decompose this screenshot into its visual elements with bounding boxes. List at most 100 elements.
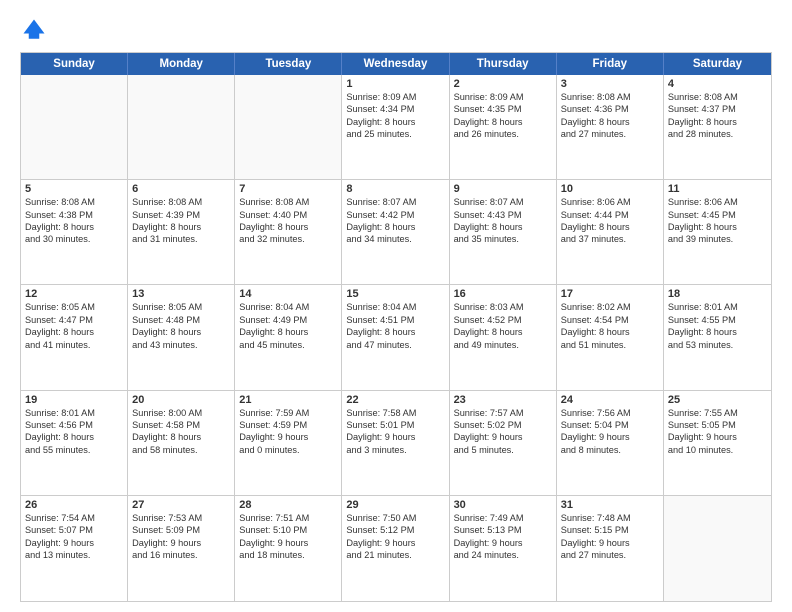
weekday-header-thursday: Thursday bbox=[450, 53, 557, 75]
day-number: 2 bbox=[454, 78, 552, 90]
day-number: 4 bbox=[668, 78, 767, 90]
calendar-day-5: 5Sunrise: 8:08 AM Sunset: 4:38 PM Daylig… bbox=[21, 180, 128, 284]
calendar-day-27: 27Sunrise: 7:53 AM Sunset: 5:09 PM Dayli… bbox=[128, 496, 235, 601]
day-number: 1 bbox=[346, 78, 444, 90]
weekday-header-friday: Friday bbox=[557, 53, 664, 75]
day-number: 8 bbox=[346, 183, 444, 195]
day-number: 31 bbox=[561, 499, 659, 511]
calendar-day-29: 29Sunrise: 7:50 AM Sunset: 5:12 PM Dayli… bbox=[342, 496, 449, 601]
calendar-day-10: 10Sunrise: 8:06 AM Sunset: 4:44 PM Dayli… bbox=[557, 180, 664, 284]
day-details: Sunrise: 8:07 AM Sunset: 4:43 PM Dayligh… bbox=[454, 196, 552, 246]
calendar-day-23: 23Sunrise: 7:57 AM Sunset: 5:02 PM Dayli… bbox=[450, 391, 557, 495]
day-details: Sunrise: 8:04 AM Sunset: 4:49 PM Dayligh… bbox=[239, 301, 337, 351]
day-number: 20 bbox=[132, 394, 230, 406]
day-number: 7 bbox=[239, 183, 337, 195]
calendar-day-26: 26Sunrise: 7:54 AM Sunset: 5:07 PM Dayli… bbox=[21, 496, 128, 601]
calendar-day-24: 24Sunrise: 7:56 AM Sunset: 5:04 PM Dayli… bbox=[557, 391, 664, 495]
calendar-day-19: 19Sunrise: 8:01 AM Sunset: 4:56 PM Dayli… bbox=[21, 391, 128, 495]
day-number: 9 bbox=[454, 183, 552, 195]
day-details: Sunrise: 7:56 AM Sunset: 5:04 PM Dayligh… bbox=[561, 407, 659, 457]
day-number: 12 bbox=[25, 288, 123, 300]
day-number: 3 bbox=[561, 78, 659, 90]
day-details: Sunrise: 8:09 AM Sunset: 4:34 PM Dayligh… bbox=[346, 91, 444, 141]
day-details: Sunrise: 8:01 AM Sunset: 4:55 PM Dayligh… bbox=[668, 301, 767, 351]
day-details: Sunrise: 7:53 AM Sunset: 5:09 PM Dayligh… bbox=[132, 512, 230, 562]
weekday-header-monday: Monday bbox=[128, 53, 235, 75]
day-number: 19 bbox=[25, 394, 123, 406]
calendar-day-8: 8Sunrise: 8:07 AM Sunset: 4:42 PM Daylig… bbox=[342, 180, 449, 284]
day-number: 27 bbox=[132, 499, 230, 511]
day-number: 17 bbox=[561, 288, 659, 300]
day-number: 25 bbox=[668, 394, 767, 406]
weekday-header-wednesday: Wednesday bbox=[342, 53, 449, 75]
calendar-day-7: 7Sunrise: 8:08 AM Sunset: 4:40 PM Daylig… bbox=[235, 180, 342, 284]
day-details: Sunrise: 8:06 AM Sunset: 4:44 PM Dayligh… bbox=[561, 196, 659, 246]
day-number: 18 bbox=[668, 288, 767, 300]
day-details: Sunrise: 8:08 AM Sunset: 4:40 PM Dayligh… bbox=[239, 196, 337, 246]
day-details: Sunrise: 8:08 AM Sunset: 4:37 PM Dayligh… bbox=[668, 91, 767, 141]
calendar-day-4: 4Sunrise: 8:08 AM Sunset: 4:37 PM Daylig… bbox=[664, 75, 771, 179]
calendar-week-3: 12Sunrise: 8:05 AM Sunset: 4:47 PM Dayli… bbox=[21, 285, 771, 390]
day-details: Sunrise: 7:51 AM Sunset: 5:10 PM Dayligh… bbox=[239, 512, 337, 562]
calendar-day-22: 22Sunrise: 7:58 AM Sunset: 5:01 PM Dayli… bbox=[342, 391, 449, 495]
day-details: Sunrise: 7:48 AM Sunset: 5:15 PM Dayligh… bbox=[561, 512, 659, 562]
calendar-day-2: 2Sunrise: 8:09 AM Sunset: 4:35 PM Daylig… bbox=[450, 75, 557, 179]
calendar: SundayMondayTuesdayWednesdayThursdayFrid… bbox=[20, 52, 772, 602]
day-number: 29 bbox=[346, 499, 444, 511]
calendar-day-18: 18Sunrise: 8:01 AM Sunset: 4:55 PM Dayli… bbox=[664, 285, 771, 389]
calendar-week-1: 1Sunrise: 8:09 AM Sunset: 4:34 PM Daylig… bbox=[21, 75, 771, 180]
day-number: 10 bbox=[561, 183, 659, 195]
day-details: Sunrise: 8:08 AM Sunset: 4:39 PM Dayligh… bbox=[132, 196, 230, 246]
empty-cell bbox=[128, 75, 235, 179]
day-details: Sunrise: 7:54 AM Sunset: 5:07 PM Dayligh… bbox=[25, 512, 123, 562]
day-number: 23 bbox=[454, 394, 552, 406]
empty-cell bbox=[235, 75, 342, 179]
calendar-day-30: 30Sunrise: 7:49 AM Sunset: 5:13 PM Dayli… bbox=[450, 496, 557, 601]
header bbox=[20, 16, 772, 44]
weekday-header-saturday: Saturday bbox=[664, 53, 771, 75]
day-details: Sunrise: 8:02 AM Sunset: 4:54 PM Dayligh… bbox=[561, 301, 659, 351]
calendar-body: 1Sunrise: 8:09 AM Sunset: 4:34 PM Daylig… bbox=[21, 75, 771, 601]
logo bbox=[20, 16, 52, 44]
day-details: Sunrise: 7:58 AM Sunset: 5:01 PM Dayligh… bbox=[346, 407, 444, 457]
day-details: Sunrise: 8:06 AM Sunset: 4:45 PM Dayligh… bbox=[668, 196, 767, 246]
day-details: Sunrise: 8:08 AM Sunset: 4:38 PM Dayligh… bbox=[25, 196, 123, 246]
weekday-header-tuesday: Tuesday bbox=[235, 53, 342, 75]
calendar-day-9: 9Sunrise: 8:07 AM Sunset: 4:43 PM Daylig… bbox=[450, 180, 557, 284]
day-number: 26 bbox=[25, 499, 123, 511]
calendar-week-2: 5Sunrise: 8:08 AM Sunset: 4:38 PM Daylig… bbox=[21, 180, 771, 285]
weekday-header-sunday: Sunday bbox=[21, 53, 128, 75]
day-details: Sunrise: 8:07 AM Sunset: 4:42 PM Dayligh… bbox=[346, 196, 444, 246]
calendar-day-13: 13Sunrise: 8:05 AM Sunset: 4:48 PM Dayli… bbox=[128, 285, 235, 389]
calendar-week-5: 26Sunrise: 7:54 AM Sunset: 5:07 PM Dayli… bbox=[21, 496, 771, 601]
day-details: Sunrise: 7:55 AM Sunset: 5:05 PM Dayligh… bbox=[668, 407, 767, 457]
calendar-day-21: 21Sunrise: 7:59 AM Sunset: 4:59 PM Dayli… bbox=[235, 391, 342, 495]
day-number: 21 bbox=[239, 394, 337, 406]
calendar-day-15: 15Sunrise: 8:04 AM Sunset: 4:51 PM Dayli… bbox=[342, 285, 449, 389]
day-number: 30 bbox=[454, 499, 552, 511]
day-details: Sunrise: 8:05 AM Sunset: 4:47 PM Dayligh… bbox=[25, 301, 123, 351]
day-number: 22 bbox=[346, 394, 444, 406]
calendar-day-25: 25Sunrise: 7:55 AM Sunset: 5:05 PM Dayli… bbox=[664, 391, 771, 495]
logo-icon bbox=[20, 16, 48, 44]
day-details: Sunrise: 8:09 AM Sunset: 4:35 PM Dayligh… bbox=[454, 91, 552, 141]
page: SundayMondayTuesdayWednesdayThursdayFrid… bbox=[0, 0, 792, 612]
calendar-day-20: 20Sunrise: 8:00 AM Sunset: 4:58 PM Dayli… bbox=[128, 391, 235, 495]
day-number: 6 bbox=[132, 183, 230, 195]
day-details: Sunrise: 7:59 AM Sunset: 4:59 PM Dayligh… bbox=[239, 407, 337, 457]
day-number: 13 bbox=[132, 288, 230, 300]
calendar-day-31: 31Sunrise: 7:48 AM Sunset: 5:15 PM Dayli… bbox=[557, 496, 664, 601]
day-number: 16 bbox=[454, 288, 552, 300]
day-details: Sunrise: 8:05 AM Sunset: 4:48 PM Dayligh… bbox=[132, 301, 230, 351]
calendar-day-3: 3Sunrise: 8:08 AM Sunset: 4:36 PM Daylig… bbox=[557, 75, 664, 179]
empty-cell bbox=[664, 496, 771, 601]
day-number: 11 bbox=[668, 183, 767, 195]
empty-cell bbox=[21, 75, 128, 179]
day-details: Sunrise: 8:03 AM Sunset: 4:52 PM Dayligh… bbox=[454, 301, 552, 351]
calendar-day-17: 17Sunrise: 8:02 AM Sunset: 4:54 PM Dayli… bbox=[557, 285, 664, 389]
calendar-day-16: 16Sunrise: 8:03 AM Sunset: 4:52 PM Dayli… bbox=[450, 285, 557, 389]
day-details: Sunrise: 8:04 AM Sunset: 4:51 PM Dayligh… bbox=[346, 301, 444, 351]
calendar-week-4: 19Sunrise: 8:01 AM Sunset: 4:56 PM Dayli… bbox=[21, 391, 771, 496]
calendar-day-1: 1Sunrise: 8:09 AM Sunset: 4:34 PM Daylig… bbox=[342, 75, 449, 179]
calendar-day-28: 28Sunrise: 7:51 AM Sunset: 5:10 PM Dayli… bbox=[235, 496, 342, 601]
